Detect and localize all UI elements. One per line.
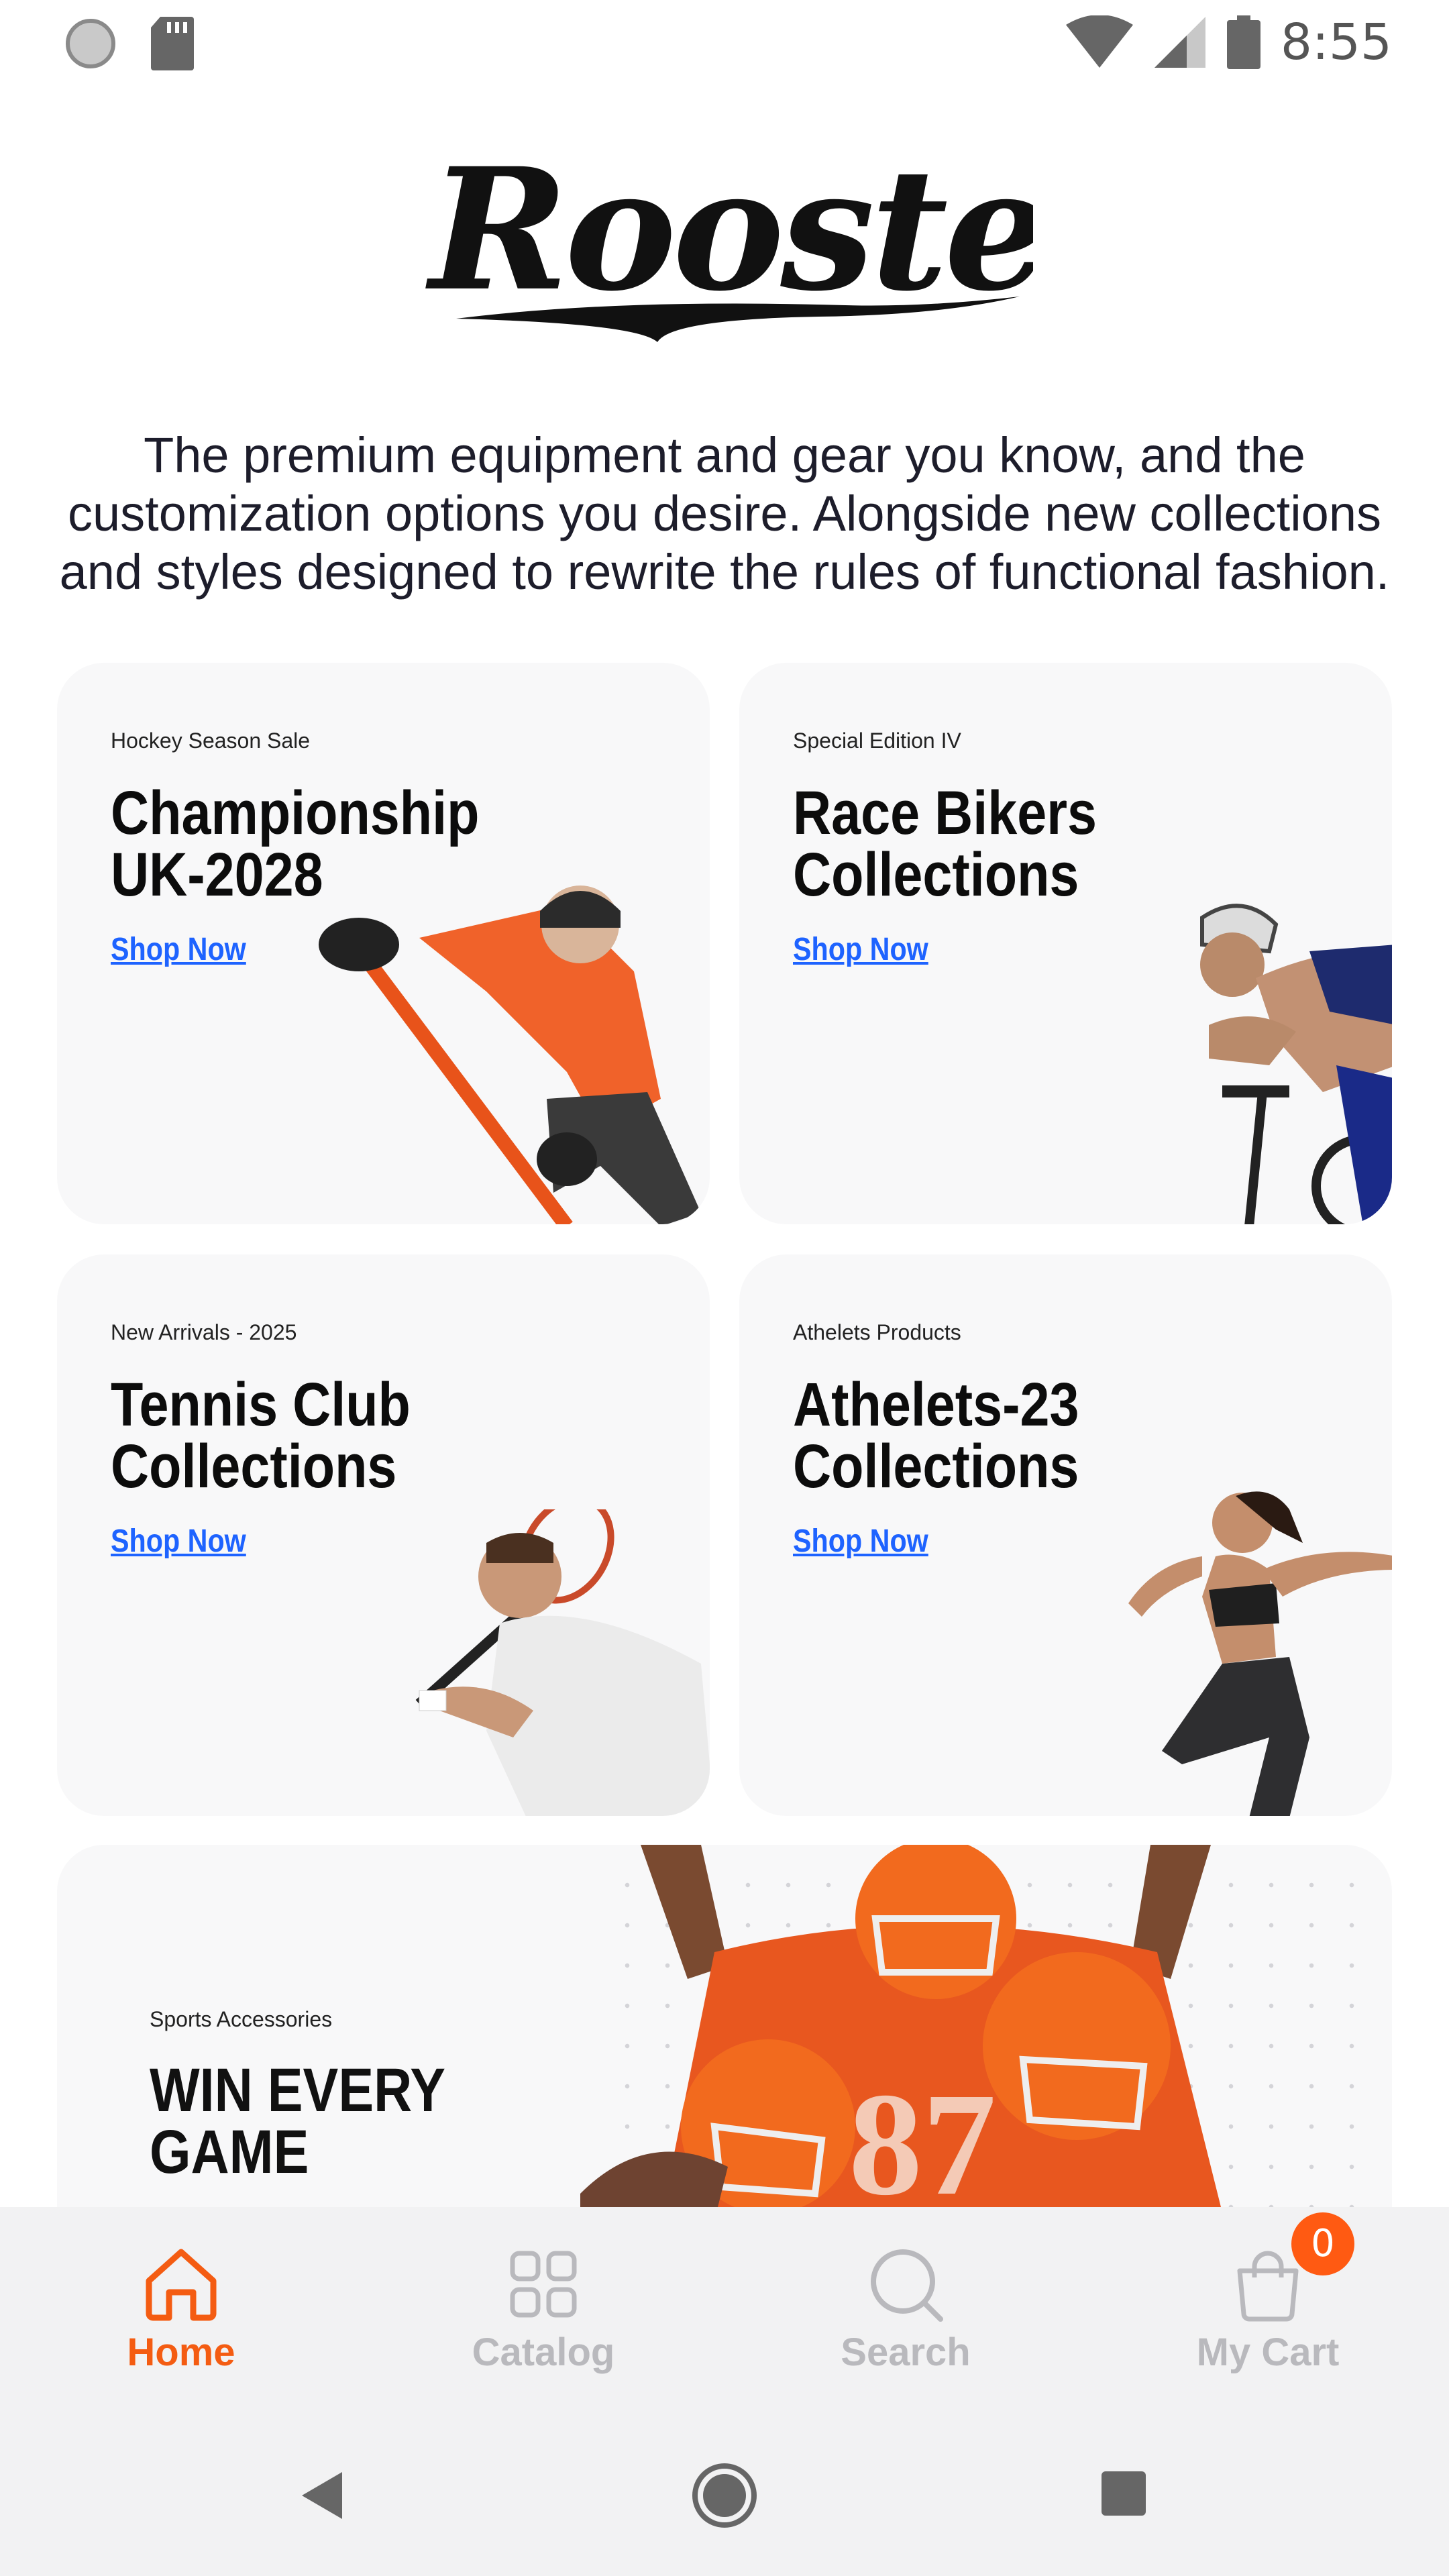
bottom-navigation: Home Catalog Search My Cart bbox=[0, 2207, 1449, 2408]
nav-home-label: Home bbox=[127, 2330, 235, 2374]
recents-icon[interactable] bbox=[1100, 2470, 1147, 2517]
search-icon bbox=[871, 2249, 943, 2322]
status-bar: 8:55 bbox=[0, 0, 1449, 87]
card-title: Athelets-23 Collections bbox=[793, 1371, 1079, 1501]
tennis-player-image bbox=[415, 1509, 710, 1816]
sync-icon bbox=[66, 19, 115, 68]
card-bikers[interactable]: Special Edition IV Race Bikers Collectio… bbox=[739, 663, 1392, 1224]
nav-catalog-label: Catalog bbox=[472, 2330, 615, 2374]
shop-now-link[interactable]: Shop Now bbox=[793, 931, 928, 968]
sd-card-icon bbox=[151, 17, 194, 70]
nav-cart[interactable]: My Cart bbox=[1147, 2244, 1389, 2375]
runner-image bbox=[1128, 1491, 1392, 1816]
wifi-icon bbox=[1065, 15, 1133, 68]
tagline: The premium equipment and gear you know,… bbox=[59, 427, 1390, 600]
nav-search[interactable]: Search bbox=[785, 2244, 1026, 2375]
cyclist-image bbox=[1200, 904, 1392, 1224]
cellular-signal-icon bbox=[1154, 17, 1205, 68]
card-eyebrow: Hockey Season Sale bbox=[111, 729, 311, 753]
back-icon[interactable] bbox=[299, 2469, 345, 2522]
home-button-icon[interactable] bbox=[691, 2462, 758, 2529]
grid-icon bbox=[510, 2251, 577, 2318]
rooster-logo: Rooster bbox=[425, 148, 1033, 342]
football-players-image: 87 bbox=[580, 1845, 1224, 2220]
card-title: Race Bikers Collections bbox=[793, 779, 1097, 909]
card-hockey[interactable]: Hockey Season Sale Championship UK-2028 … bbox=[57, 663, 710, 1224]
nav-search-label: Search bbox=[841, 2330, 971, 2374]
shop-now-link[interactable]: Shop Now bbox=[111, 931, 246, 968]
home-icon bbox=[146, 2249, 217, 2321]
card-eyebrow: New Arrivals - 2025 bbox=[111, 1320, 297, 1344]
card-title: Tennis Club Collections bbox=[111, 1371, 411, 1501]
battery-icon bbox=[1226, 15, 1260, 69]
card-tennis[interactable]: New Arrivals - 2025 Tennis Club Collecti… bbox=[57, 1254, 710, 1816]
clock: 8:55 bbox=[1280, 13, 1392, 71]
card-eyebrow: Athelets Products bbox=[793, 1320, 961, 1344]
cart-count-badge: 0 bbox=[1291, 2212, 1354, 2275]
system-navigation-bar bbox=[0, 2408, 1449, 2576]
nav-catalog[interactable]: Catalog bbox=[423, 2244, 664, 2375]
nav-cart-label: My Cart bbox=[1196, 2330, 1340, 2374]
banner-title: WIN EVERY GAME bbox=[150, 2056, 445, 2186]
shop-now-link[interactable]: Shop Now bbox=[111, 1523, 246, 1560]
card-athletes[interactable]: Athelets Products Athelets-23 Collection… bbox=[739, 1254, 1392, 1816]
banner-accessories[interactable]: Sports Accessories WIN EVERY GAME 87 bbox=[57, 1845, 1392, 2220]
shop-now-link[interactable]: Shop Now bbox=[793, 1523, 928, 1560]
svg-text:Rooster: Rooster bbox=[425, 148, 1033, 328]
banner-eyebrow: Sports Accessories bbox=[150, 2007, 333, 2031]
svg-text:87: 87 bbox=[849, 2062, 996, 2220]
nav-home[interactable]: Home bbox=[60, 2244, 302, 2375]
card-eyebrow: Special Edition IV bbox=[793, 729, 961, 753]
hockey-player-image bbox=[319, 885, 701, 1224]
